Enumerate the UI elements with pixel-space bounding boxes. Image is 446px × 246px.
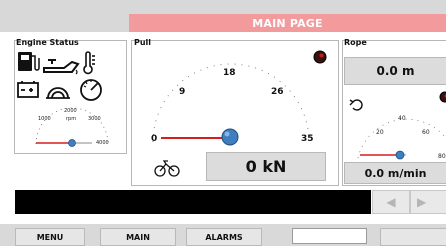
oil-pressure-icon xyxy=(43,59,80,75)
battery-icon xyxy=(17,81,39,98)
rpm-gauge: 1000 2000 rpm 3000 4000 xyxy=(35,107,109,147)
rope-title: Rope xyxy=(344,38,367,47)
rpm-tick-2000: 2000 xyxy=(64,108,77,114)
pull-tick-35: 35 xyxy=(301,134,314,144)
pull-tick-0: 0 xyxy=(151,134,157,144)
rpm-tick-4000: 4000 xyxy=(96,140,109,146)
main-button[interactable]: MAIN xyxy=(100,228,176,246)
pull-warning-lamp xyxy=(313,50,327,64)
status-field xyxy=(292,228,367,244)
rope-knob xyxy=(395,150,405,160)
pull-tick-9: 9 xyxy=(179,87,185,97)
rope-length-readout: 0.0 m xyxy=(344,57,446,85)
fuel-icon xyxy=(18,52,40,71)
speedometer-icon xyxy=(80,79,102,101)
message-bar xyxy=(15,190,371,214)
pull-readout: 0 kN xyxy=(206,152,326,181)
chevron-left-icon: ◀ xyxy=(386,195,396,209)
scroll-right-button[interactable]: ▶ xyxy=(410,190,446,214)
rope-tick-40: 40 xyxy=(398,115,406,122)
boost-icon xyxy=(46,87,70,99)
pull-tick-26: 26 xyxy=(271,87,284,97)
rope-direction-icon xyxy=(349,99,363,111)
rpm-knob xyxy=(68,139,76,147)
chevron-right-icon: ▶ xyxy=(417,195,427,209)
scroll-left-button[interactable]: ◀ xyxy=(372,190,410,214)
temperature-icon xyxy=(83,51,95,75)
rope-tick-80: 80 xyxy=(438,153,446,160)
bicycle-icon xyxy=(154,160,180,177)
rpm-tick-3000: 3000 xyxy=(88,116,101,122)
menu-button[interactable]: MENU xyxy=(15,228,85,246)
rope-tick-60: 60 xyxy=(422,129,430,136)
rope-tick-20: 20 xyxy=(376,129,384,136)
pull-knob xyxy=(221,128,239,146)
rope-speed-readout: 0.0 m/min xyxy=(344,162,446,184)
rpm-tick-1000: 1000 xyxy=(38,116,51,122)
engine-status-graphics: 1000 2000 rpm 3000 4000 xyxy=(17,51,109,147)
alarms-button[interactable]: ALARMS xyxy=(186,228,262,246)
rpm-unit: rpm xyxy=(66,116,76,122)
rope-speed-gauge: 40 20 60 80 xyxy=(349,91,446,160)
pull-tick-18: 18 xyxy=(223,68,236,78)
page-title: MAIN PAGE xyxy=(129,14,446,32)
extra-nav-button[interactable] xyxy=(380,228,446,246)
